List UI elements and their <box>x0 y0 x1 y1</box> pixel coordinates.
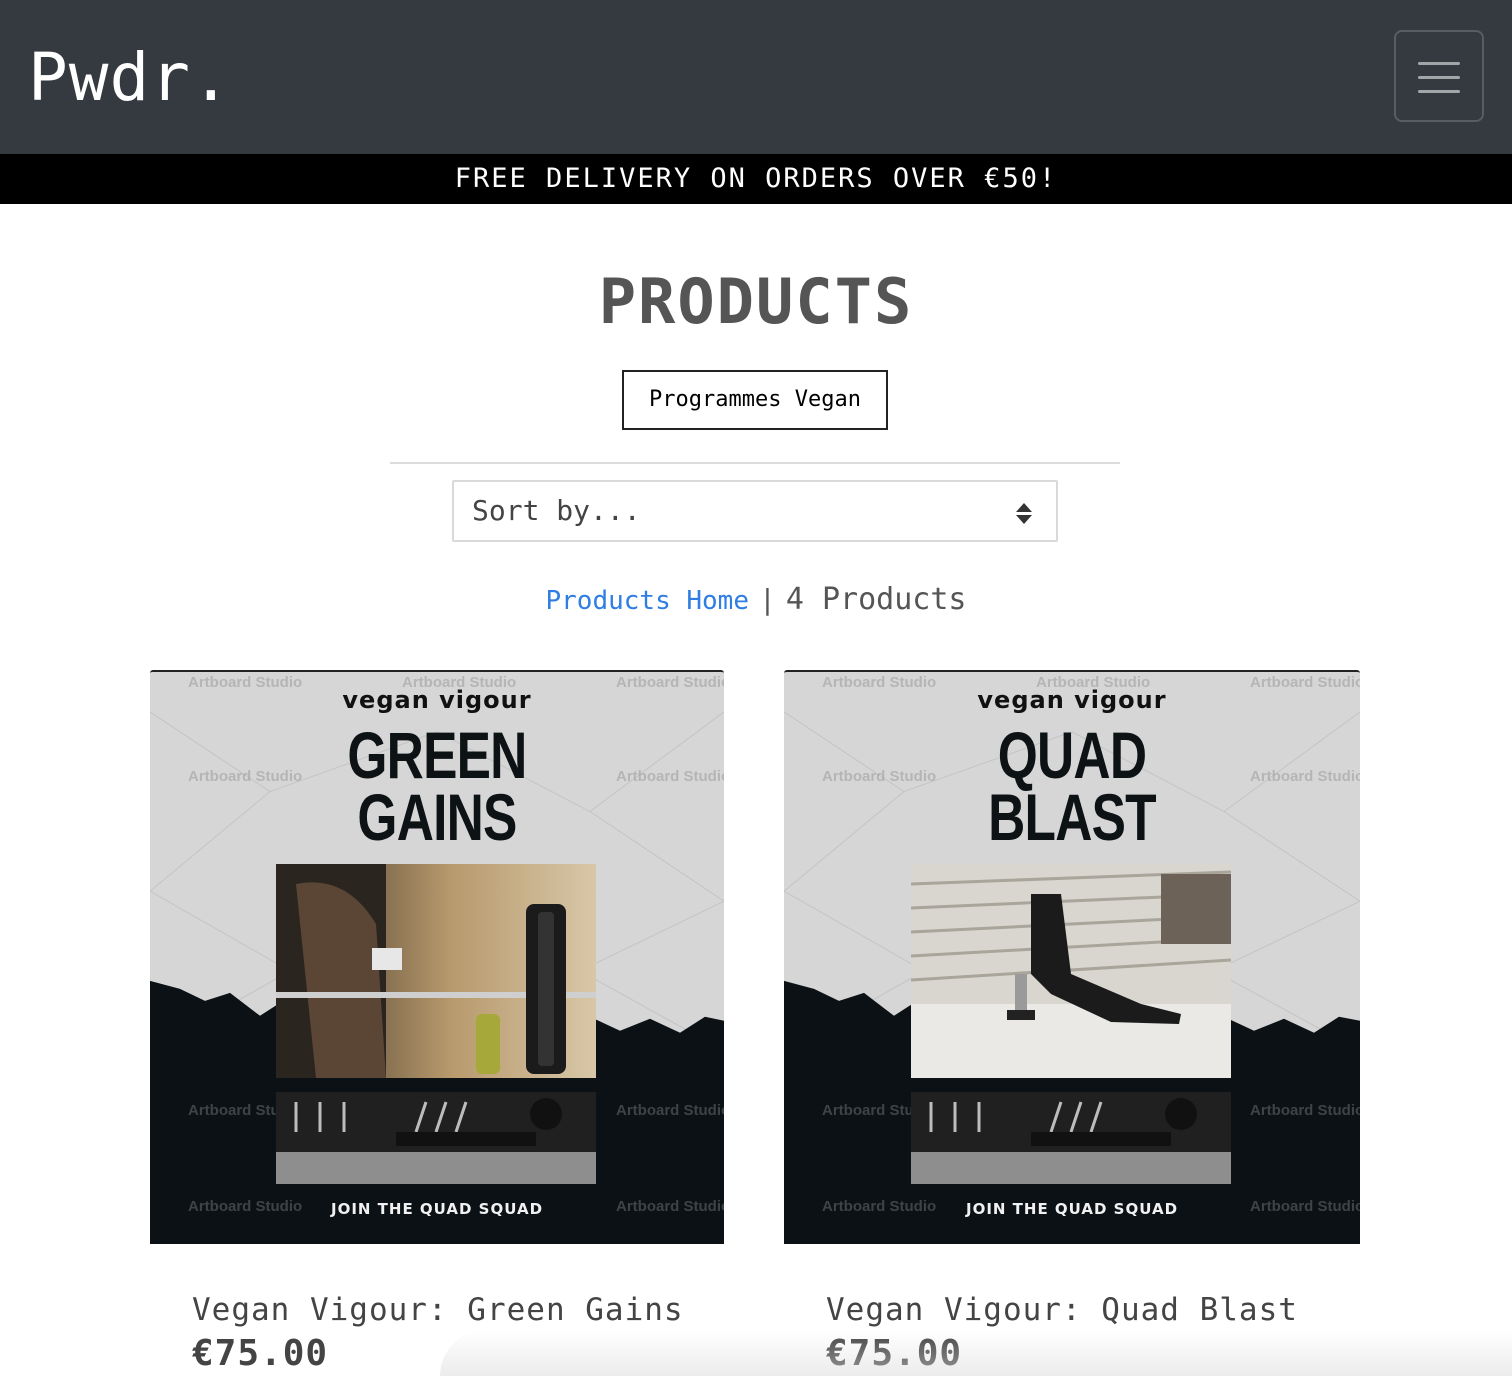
lunge-photo <box>911 864 1231 1078</box>
product-count: 4 Products <box>785 582 967 617</box>
navbar: Pwdr. <box>0 0 1512 154</box>
product-image[interactable]: Artboard Studio Artboard Studio Artboard… <box>150 670 724 1244</box>
poster-headline-line: GAINS <box>357 780 517 854</box>
poster-headline: GREEN GAINS <box>213 718 661 854</box>
deadlift-photo <box>276 864 596 1078</box>
poster-tagline: JOIN THE QUAD SQUAD <box>330 1200 544 1218</box>
product-name[interactable]: Vegan Vigour: Green Gains <box>150 1288 724 1332</box>
product-price: €75.00 <box>192 1333 329 1374</box>
products-home-link[interactable]: Products Home <box>546 586 750 616</box>
category-tag-badge[interactable]: Programmes Vegan <box>622 370 888 430</box>
divider <box>390 462 1120 464</box>
watermark-text: Artboard Studio <box>616 1102 724 1119</box>
gym-photo <box>911 1092 1231 1184</box>
hamburger-menu-icon <box>1418 60 1460 94</box>
gym-photo <box>276 1092 596 1184</box>
poster-tagline: JOIN THE QUAD SQUAD <box>965 1200 1179 1218</box>
sort-select[interactable]: Sort by... <box>452 480 1058 542</box>
product-image[interactable]: Artboard Studio Artboard Studio Artboard… <box>784 670 1360 1244</box>
breadcrumb: Products Home | 4 Products <box>0 578 1512 623</box>
poster-kicker: vegan vigour <box>977 686 1167 714</box>
page-title: PRODUCTS <box>598 265 914 338</box>
poster-headline-line: GREEN <box>347 718 527 792</box>
product-name[interactable]: Vegan Vigour: Quad Blast <box>784 1288 1360 1332</box>
breadcrumb-separator: | <box>759 583 776 616</box>
product-price: €75.00 <box>826 1333 963 1374</box>
select-arrows-icon <box>1016 503 1032 525</box>
menu-toggle-button[interactable] <box>1394 30 1484 122</box>
free-delivery-banner: FREE DELIVERY ON ORDERS OVER €50! <box>0 154 1512 204</box>
product-card: Artboard Studio Artboard Studio Artboard… <box>784 670 1360 1376</box>
product-card: Artboard Studio Artboard Studio Artboard… <box>150 670 724 1376</box>
poster-headline-line: BLAST <box>988 780 1156 854</box>
poster-kicker: vegan vigour <box>342 686 532 714</box>
poster-headline-line: QUAD <box>997 718 1147 792</box>
brand-logo[interactable]: Pwdr. <box>28 38 232 118</box>
poster-headline: QUAD BLAST <box>847 718 1296 854</box>
sort-select-value: Sort by... <box>472 494 641 527</box>
watermark-text: Artboard Studio <box>1250 1102 1360 1119</box>
